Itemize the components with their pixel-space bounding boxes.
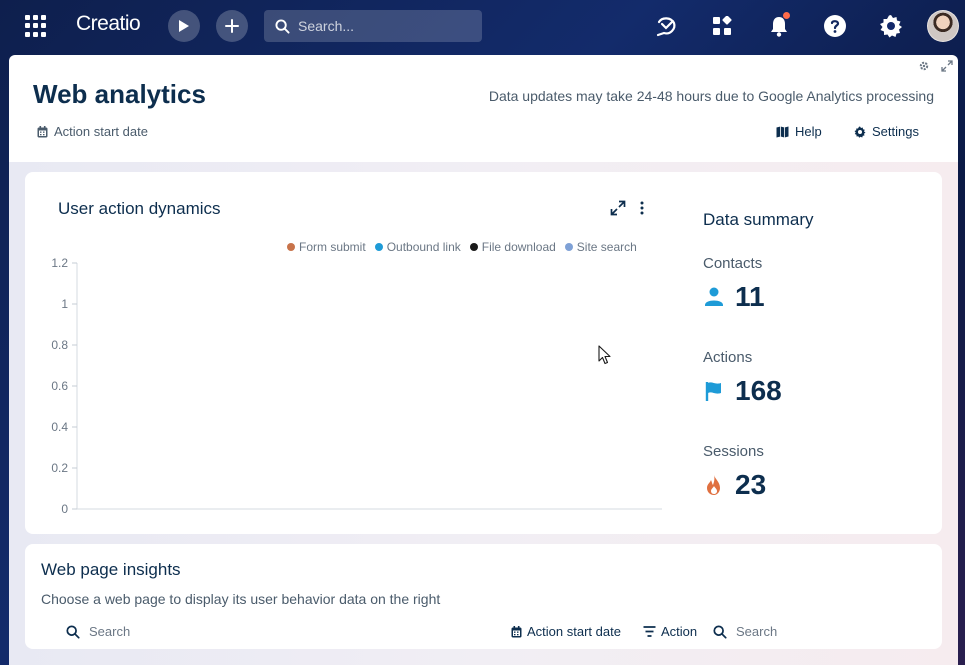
app-hub-button[interactable] — [708, 12, 736, 40]
actions-metric: 168 — [703, 375, 782, 407]
contacts-value: 11 — [735, 281, 765, 312]
legend-marker — [469, 243, 478, 251]
small-gear-icon[interactable] — [918, 60, 930, 72]
global-search-input[interactable]: Search... — [264, 10, 482, 42]
search-placeholder: Search — [736, 624, 778, 639]
top-bar: Creatio Search... — [0, 0, 965, 52]
search-placeholder: Search... — [298, 18, 355, 34]
sessions-label: Sessions — [703, 443, 764, 460]
system-settings-button[interactable] — [877, 12, 905, 40]
flag-icon — [705, 382, 721, 401]
web-page-insights-widget: Web page insights Choose a web page to d… — [25, 544, 942, 649]
data-summary-title: Data summary — [703, 210, 814, 229]
settings-label: Settings — [872, 124, 919, 139]
legend-item-form-submit[interactable]: Form submit — [287, 240, 366, 254]
help-button[interactable]: Help — [776, 124, 822, 139]
actions-value: 168 — [735, 375, 782, 406]
widgets-icon — [713, 16, 732, 35]
insights-title: Web page insights — [41, 560, 181, 579]
user-action-dynamics-widget: 1.2 1 0.8 0.6 0.4 0.2 0 User action dynamics F… — [25, 172, 942, 534]
actions-label: Actions — [703, 349, 753, 366]
y-tick-label: 1 — [61, 297, 68, 311]
sessions-value: 23 — [735, 469, 767, 500]
legend-item-file-download[interactable]: File download — [469, 240, 556, 254]
y-tick-label: 0 — [61, 502, 68, 516]
notification-badge — [783, 12, 790, 19]
legend-label: Outbound link — [386, 240, 461, 254]
web-page-search-input[interactable]: Search — [66, 624, 130, 639]
legend-marker — [287, 243, 295, 251]
action-filter-label: Action — [661, 624, 698, 639]
insights-search-input[interactable]: Search — [713, 624, 777, 639]
creatio-logo: Creatio — [76, 12, 141, 35]
settings-button[interactable]: Settings — [854, 124, 919, 139]
action-start-date-label: Action start date — [54, 124, 148, 139]
search-icon — [275, 18, 290, 34]
contacts-label: Contacts — [703, 255, 763, 272]
run-process-button[interactable] — [168, 10, 200, 42]
help-label: Help — [795, 124, 822, 139]
flame-icon — [707, 475, 720, 495]
filter-icon — [643, 626, 656, 637]
gear-icon — [854, 126, 866, 138]
insights-action-filter[interactable]: Action — [643, 624, 697, 639]
play-icon — [179, 20, 189, 32]
page-title: Web analytics — [33, 79, 206, 109]
data-update-note: Data updates may take 24-48 hours due to… — [488, 88, 934, 104]
legend-label: File download — [481, 240, 556, 254]
apps-grid-icon[interactable] — [25, 15, 47, 37]
y-tick-label: 1.2 — [51, 256, 68, 270]
y-tick-label: 0.6 — [51, 379, 68, 393]
y-tick-label: 0.4 — [51, 420, 68, 434]
contacts-metric: 11 — [703, 281, 765, 313]
book-icon — [776, 126, 789, 137]
plus-icon — [225, 19, 239, 33]
legend-item-site-search[interactable]: Site search — [564, 240, 637, 254]
insights-date-filter[interactable]: Action start date — [511, 624, 621, 639]
expand-icon[interactable] — [610, 200, 626, 216]
notifications-button[interactable] — [765, 12, 793, 40]
search-icon — [66, 624, 80, 639]
help-center-button[interactable] — [821, 12, 849, 40]
sessions-metric: 23 — [703, 469, 766, 501]
question-icon — [824, 15, 846, 37]
calendar-icon — [511, 625, 522, 637]
legend-label: Site search — [576, 240, 637, 254]
fullscreen-icon[interactable] — [941, 60, 953, 72]
search-placeholder: Search — [89, 624, 131, 639]
legend-label: Form submit — [299, 240, 366, 254]
communication-panel-button[interactable] — [652, 12, 680, 40]
insights-subtitle: Choose a web page to display its user be… — [41, 591, 441, 607]
person-icon — [705, 287, 723, 306]
legend-marker — [564, 243, 573, 251]
y-tick-label: 0.8 — [51, 338, 68, 352]
mouse-cursor-icon — [598, 345, 611, 365]
y-tick-label: 0.2 — [51, 461, 68, 475]
legend-item-outbound-link[interactable]: Outbound link — [374, 240, 461, 254]
creatio-chat-icon — [656, 17, 676, 37]
legend-marker — [374, 243, 383, 251]
page-header: Web analytics Data updates may take 24-4… — [9, 55, 958, 162]
chart-legend: Form submit Outbound link File download … — [287, 240, 637, 254]
user-avatar[interactable] — [927, 10, 959, 42]
chart-title: User action dynamics — [58, 199, 221, 218]
action-start-date-filter[interactable]: Action start date — [37, 124, 148, 139]
add-button[interactable] — [216, 10, 248, 42]
date-filter-label: Action start date — [527, 624, 621, 639]
more-options-icon[interactable] — [637, 200, 647, 216]
gear-icon — [880, 15, 902, 38]
search-icon — [713, 624, 727, 639]
line-chart: 1.2 1 0.8 0.6 0.4 0.2 0 — [51, 256, 662, 516]
calendar-icon — [37, 125, 48, 137]
